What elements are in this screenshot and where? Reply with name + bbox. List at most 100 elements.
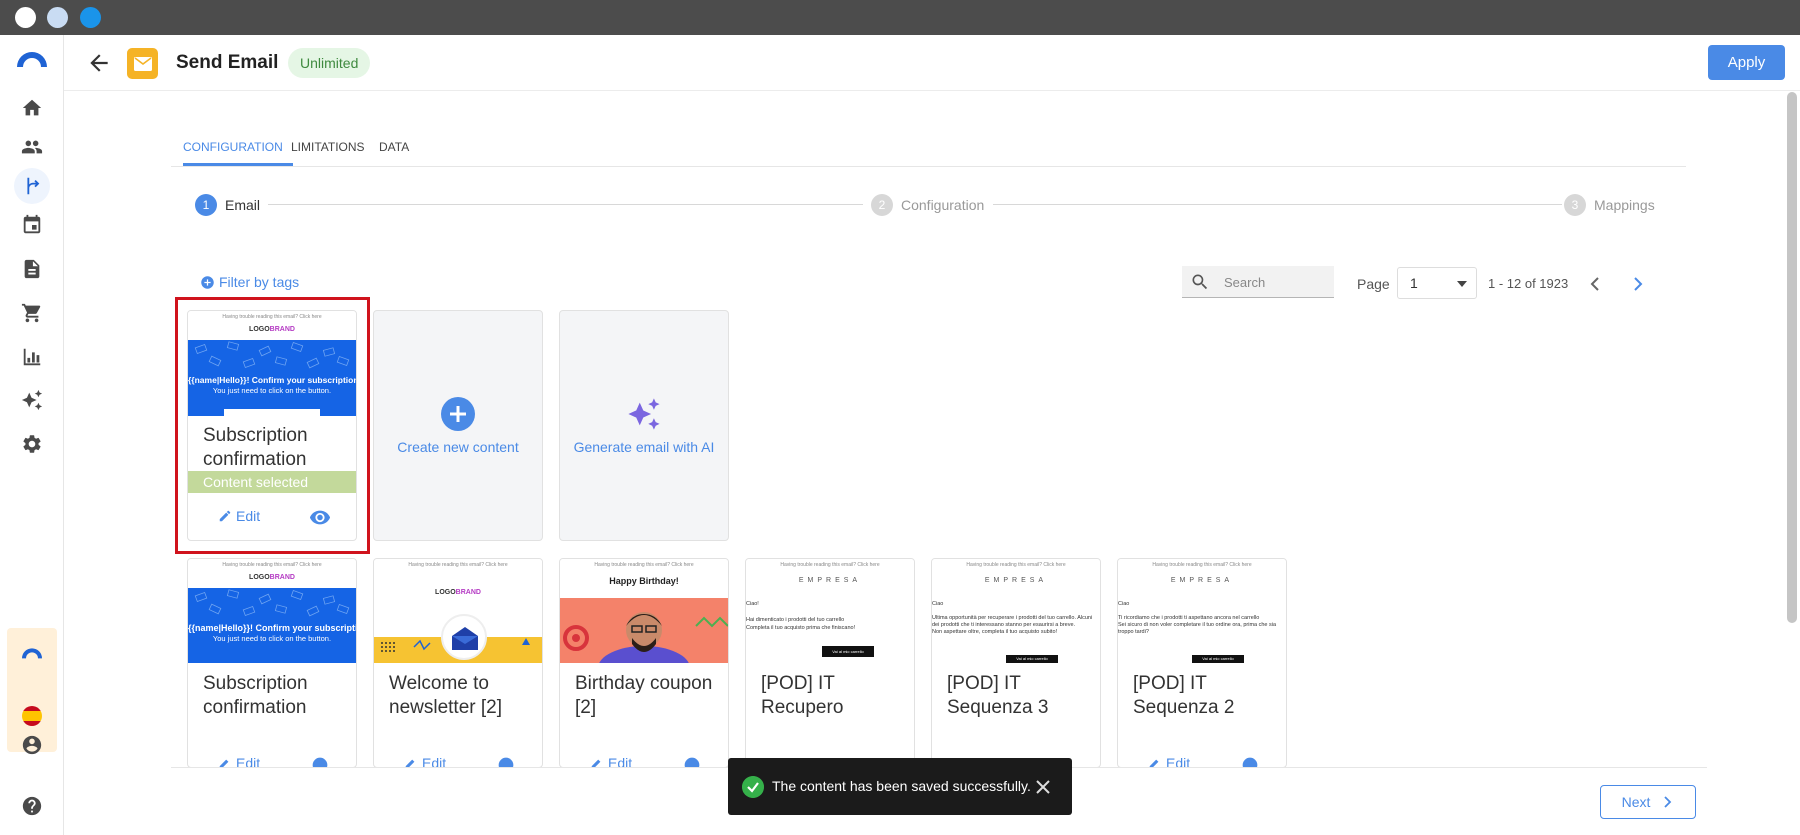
success-toast: The content has been saved successfully. — [728, 758, 1072, 815]
thumb-logo: LOGOBRAND — [374, 589, 542, 596]
gear-icon[interactable] — [18, 430, 46, 458]
page-label: Page — [1357, 276, 1390, 292]
content-card[interactable]: Having trouble reading this email? Click… — [1117, 558, 1287, 768]
thumb-text: Ciao! — [746, 601, 759, 607]
content-card[interactable]: Having trouble reading this email? Click… — [373, 558, 543, 768]
thumb-header-text: Having trouble reading this email? Click… — [966, 562, 1066, 568]
filter-label: Filter by tags — [219, 274, 300, 290]
card-thumbnail: Having trouble reading this email? Click… — [932, 559, 1100, 663]
tab-data[interactable]: DATA — [379, 128, 409, 166]
users-icon[interactable] — [18, 133, 46, 161]
window-titlebar — [0, 0, 1800, 35]
thumb-logo-b: BRAND — [269, 326, 295, 333]
card-thumbnail: Having trouble reading this email? Click… — [560, 559, 728, 663]
thumb-header-text: Having trouble reading this email? Click… — [408, 562, 508, 568]
step-email[interactable]: 1 Email — [195, 194, 260, 216]
page-select-value: 1 — [1410, 275, 1418, 291]
thumb-line-2: You just need to click on the button. — [212, 386, 332, 395]
chart-icon[interactable] — [18, 343, 46, 371]
content-card[interactable]: Having trouble reading this email? Click… — [745, 558, 915, 768]
create-new-content-card[interactable]: Create new content — [373, 310, 543, 541]
thumb-text: Ultima opportunità per recuperare i prod… — [932, 615, 1093, 621]
window-minimize-dot[interactable] — [47, 7, 68, 28]
search-box[interactable] — [1182, 266, 1334, 298]
apply-button[interactable]: Apply — [1708, 45, 1785, 80]
sidebar — [0, 35, 64, 835]
card-thumbnail: Having trouble reading this email? Click… — [188, 311, 356, 416]
thumb-logo-b: BRAND — [455, 589, 481, 596]
thumb-header-text: Having trouble reading this email? Click… — [1152, 562, 1252, 568]
chevron-left-icon[interactable] — [1588, 274, 1602, 294]
step-number: 3 — [1564, 194, 1586, 216]
tab-limitations[interactable]: LIMITATIONS — [291, 128, 365, 166]
chevron-right-icon[interactable] — [1631, 274, 1645, 294]
card-thumbnail: Having trouble reading this email? Click… — [374, 559, 542, 663]
account-icon[interactable] — [18, 731, 46, 759]
thumb-text: Completa il tuo acquisto prima che finis… — [746, 625, 856, 631]
card-name: Birthday coupon [2] — [575, 673, 713, 718]
chevron-down-icon — [1457, 281, 1467, 287]
ai-sparkle-icon[interactable] — [18, 386, 46, 414]
thumb-logo-a: LOGO — [249, 326, 270, 333]
search-input[interactable] — [1224, 272, 1324, 292]
next-label: Next — [1621, 794, 1651, 810]
thumb-text: Non aspettare oltre, completa il tuo acq… — [932, 629, 1058, 635]
edit-link[interactable]: Edit — [218, 508, 260, 524]
content-card[interactable]: Having trouble reading this email? Click… — [931, 558, 1101, 768]
envelope-pattern-icon — [194, 341, 350, 369]
cart-icon[interactable] — [18, 299, 46, 327]
step-mappings[interactable]: 3 Mappings — [1564, 194, 1655, 216]
content-card-selected[interactable]: Having trouble reading this email? Click… — [187, 310, 357, 541]
birthday-person-illustration — [563, 612, 728, 663]
close-icon[interactable] — [1033, 777, 1053, 797]
thumb-cart-button: Vai al mio carrello — [1006, 655, 1058, 663]
vertical-scrollbar[interactable] — [1787, 92, 1797, 623]
step-configuration[interactable]: 2 Configuration — [871, 194, 984, 216]
page-header: Send Email Unlimited Apply — [64, 35, 1800, 91]
eye-icon[interactable] — [309, 510, 331, 526]
thumb-text: dei prodotti che ti interessano stanno p… — [932, 622, 1076, 628]
content-card[interactable]: Having trouble reading this email? Click… — [559, 558, 729, 768]
create-new-content-label: Create new content — [397, 438, 519, 455]
flow-icon[interactable] — [14, 168, 50, 204]
thumb-empresa: EMPRESA — [798, 577, 862, 584]
step-number: 2 — [871, 194, 893, 216]
envelope-pattern-icon — [194, 589, 350, 617]
email-app-icon — [127, 48, 158, 79]
chevron-right-icon — [1664, 796, 1672, 808]
calendar-icon[interactable] — [18, 211, 46, 239]
window-maximize-dot[interactable] — [80, 7, 101, 28]
thumb-text: Sei sicuro di non voler completare il tu… — [1118, 622, 1277, 628]
help-icon[interactable] — [18, 792, 46, 820]
check-circle-icon — [742, 776, 764, 798]
thumb-blue-banner: {{name|Hello}}! Confirm your subscriptio… — [188, 588, 356, 663]
thumb-line-1: {{name|Hello}}! Confirm your subscriptio… — [188, 623, 356, 633]
home-icon[interactable] — [18, 94, 46, 122]
next-button[interactable]: Next — [1600, 785, 1696, 819]
tab-bar: CONFIGURATION LIMITATIONS DATA — [171, 128, 1686, 167]
step-connector — [268, 204, 863, 205]
filter-by-tags-link[interactable]: Filter by tags — [200, 274, 299, 290]
document-icon[interactable] — [18, 255, 46, 283]
generate-email-ai-card[interactable]: Generate email with AI — [559, 310, 729, 541]
thumb-empresa: EMPRESA — [984, 577, 1048, 584]
content-card[interactable]: Having trouble reading this email? Click… — [187, 558, 357, 768]
card-name: [POD] IT Sequenza 2 — [1133, 673, 1235, 718]
spain-flag-icon — [22, 706, 42, 726]
toast-message: The content has been saved successfully. — [772, 778, 1031, 794]
card-name: Subscription confirmation — [203, 673, 308, 718]
envelope-badge — [441, 614, 487, 660]
app-logo[interactable] — [14, 49, 50, 69]
step-number: 1 — [195, 194, 217, 216]
envelope-icon — [452, 627, 478, 650]
page-select[interactable]: 1 — [1397, 267, 1477, 299]
thumb-logo: LOGOBRAND — [188, 326, 356, 333]
card-thumbnail: Having trouble reading this email? Click… — [188, 559, 356, 663]
thumb-text: troppo tardi? — [1118, 629, 1149, 635]
back-arrow-icon[interactable] — [86, 50, 112, 76]
thumb-text: Ciao — [1118, 601, 1130, 607]
thumb-logo-a: LOGO — [249, 574, 270, 581]
window-close-dot[interactable] — [15, 7, 36, 28]
tab-configuration[interactable]: CONFIGURATION — [183, 128, 293, 166]
thumb-line-1: {{name|Hello}}! Confirm your subscriptio… — [188, 375, 356, 385]
